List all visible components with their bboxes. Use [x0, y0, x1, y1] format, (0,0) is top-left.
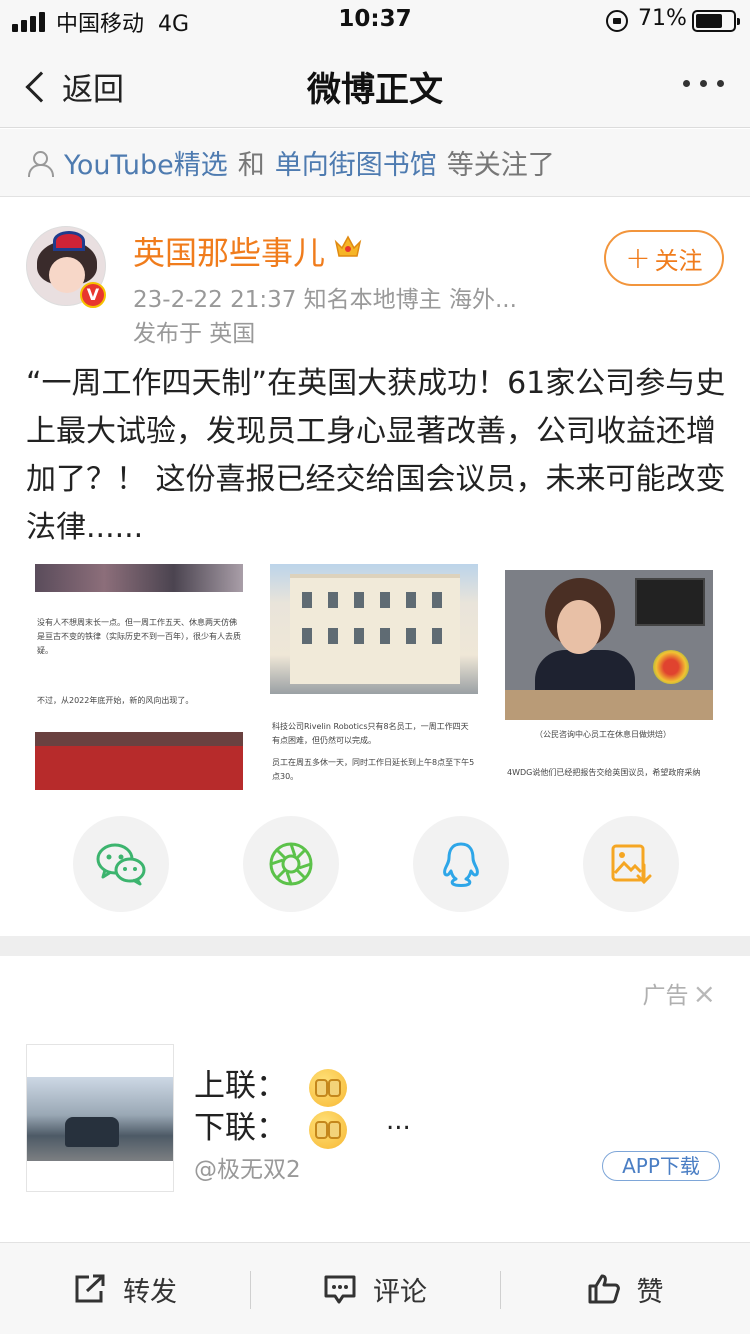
ad-line-1-text: 上联：: [194, 1068, 287, 1104]
repost-label: 转发: [123, 1276, 177, 1308]
building: [290, 574, 460, 684]
window: [432, 592, 442, 608]
like-button[interactable]: 赞: [500, 1243, 750, 1334]
status-bar: 中国移动 4G 10:37 71%: [0, 0, 750, 40]
ad-source[interactable]: @极无双2: [194, 1150, 301, 1184]
repost-button[interactable]: 转发: [0, 1243, 250, 1334]
car: [65, 1117, 119, 1147]
person-icon: [26, 150, 54, 177]
image-text: 4WDG说他们已经把报告交给英国议员，希望政府采纳: [507, 768, 701, 777]
comment-icon: [324, 1275, 356, 1304]
repost-icon: [75, 1274, 105, 1303]
ad-line-2[interactable]: 下联：: [194, 1102, 347, 1149]
post-image-1[interactable]: 没有人不想周末长一点。但一周工作五天、休息两天仿佛是亘古不变的铁律（实际历史不到…: [35, 564, 243, 790]
thumbs-up-icon: [588, 1274, 620, 1304]
window: [354, 592, 364, 608]
save-image-icon: [611, 844, 652, 885]
more-options-button[interactable]: [683, 80, 724, 87]
ad-photo: [27, 1077, 173, 1161]
window: [380, 592, 390, 608]
cake: [653, 650, 689, 684]
avatar-face: [49, 257, 85, 293]
follow-label: 关注: [654, 246, 703, 275]
ad-thumbnail[interactable]: [26, 1044, 174, 1192]
follower-link-bookstore[interactable]: 单向街图书馆: [275, 143, 437, 182]
covering-eyes-emoji-icon: [309, 1068, 347, 1107]
followers-suffix: 等关注了: [446, 150, 555, 181]
person-face: [557, 600, 601, 654]
office-photo: [505, 570, 713, 720]
section-divider: [0, 936, 750, 956]
window: [406, 592, 416, 608]
ellipsis-icon: [683, 80, 690, 87]
followers-conjunction: 和: [237, 150, 265, 181]
post-location: 发布于 英国: [133, 321, 256, 347]
window: [354, 628, 364, 644]
nav-bar: 返回 微博正文: [0, 40, 750, 128]
ad-label: 广告: [642, 983, 689, 1009]
close-icon: ×: [692, 976, 716, 1010]
window: [406, 628, 416, 644]
crown-icon: [334, 235, 362, 257]
image-text: 科技公司Rivelin Robotics只有8名员工，一周工作四天有点困难，但仍…: [272, 722, 469, 745]
window: [380, 628, 390, 644]
follow-button[interactable]: + 关注: [604, 230, 724, 286]
window: [328, 628, 338, 644]
ad-close-button[interactable]: 广告 ×: [643, 976, 716, 1010]
verified-badge: V: [80, 282, 106, 308]
ellipsis-dot: [717, 80, 724, 87]
image-text: 员工在周五多休一天，同时工作日延长到上午8点至下午5点30。: [272, 758, 475, 781]
post-image-2[interactable]: 科技公司Rivelin Robotics只有8名员工，一周工作四天有点困难，但仍…: [270, 564, 478, 790]
author-name[interactable]: 英国那些事儿: [133, 228, 325, 274]
image-text: 没有人不想周末长一点。但一周工作五天、休息两天仿佛是亘古不变的铁律（实际历史不到…: [37, 618, 241, 655]
moments-icon: [269, 842, 313, 886]
rotation-lock-icon: [606, 10, 628, 32]
desk: [505, 690, 713, 720]
image-caption: （公民咨询中心员工在休息日做烘焙）: [535, 730, 671, 739]
share-moments-button[interactable]: [243, 816, 339, 912]
avatar-hat: [53, 231, 85, 251]
window: [432, 628, 442, 644]
covering-eyes-emoji-icon: [309, 1110, 347, 1149]
qq-icon: [443, 842, 479, 887]
page-title: 微博正文: [307, 70, 443, 110]
ellipsis-dot: [700, 80, 707, 87]
plus-icon: +: [625, 240, 651, 276]
wechat-icon: [96, 843, 146, 886]
share-wechat-button[interactable]: [73, 816, 169, 912]
window: [302, 592, 312, 608]
ad-ellipsis: ...: [386, 1106, 411, 1136]
bottom-action-bar: 转发 评论 赞: [0, 1242, 750, 1334]
image-photo-strip: [35, 564, 243, 592]
ad-line-2-text: 下联：: [194, 1110, 287, 1146]
window: [302, 628, 312, 644]
ad-line-1[interactable]: 上联：: [194, 1060, 347, 1107]
battery-percentage: 71%: [638, 6, 687, 31]
building-photo: [270, 564, 478, 694]
save-image-button[interactable]: [583, 816, 679, 912]
post-image-3[interactable]: （公民咨询中心员工在休息日做烘焙） 4WDG说他们已经把报告交给英国议员，希望政…: [505, 564, 713, 790]
share-qq-button[interactable]: [413, 816, 509, 912]
post-body: “一周工作四天制”在英国大获成功！61家公司参与史上最大试验，发现员工身心显著改…: [26, 366, 726, 545]
app-download-button[interactable]: APP下载: [602, 1151, 720, 1181]
battery-fill: [696, 14, 722, 28]
window: [328, 592, 338, 608]
battery-icon: [692, 10, 740, 32]
like-label: 赞: [636, 1276, 664, 1308]
follower-link-youtube[interactable]: YouTube精选: [64, 143, 228, 182]
image-text: 不过，从2022年底开始，新的风向出现了。: [37, 696, 194, 705]
comment-label: 评论: [373, 1276, 427, 1308]
monitor: [635, 578, 705, 626]
image-photo-red: [35, 732, 243, 790]
post-meta: 23-2-22 21:37 知名本地博主 海外...: [133, 287, 517, 313]
comment-button[interactable]: 评论: [250, 1243, 500, 1334]
followed-by-bar: YouTube精选 和 单向街图书馆 等关注了: [0, 129, 750, 197]
